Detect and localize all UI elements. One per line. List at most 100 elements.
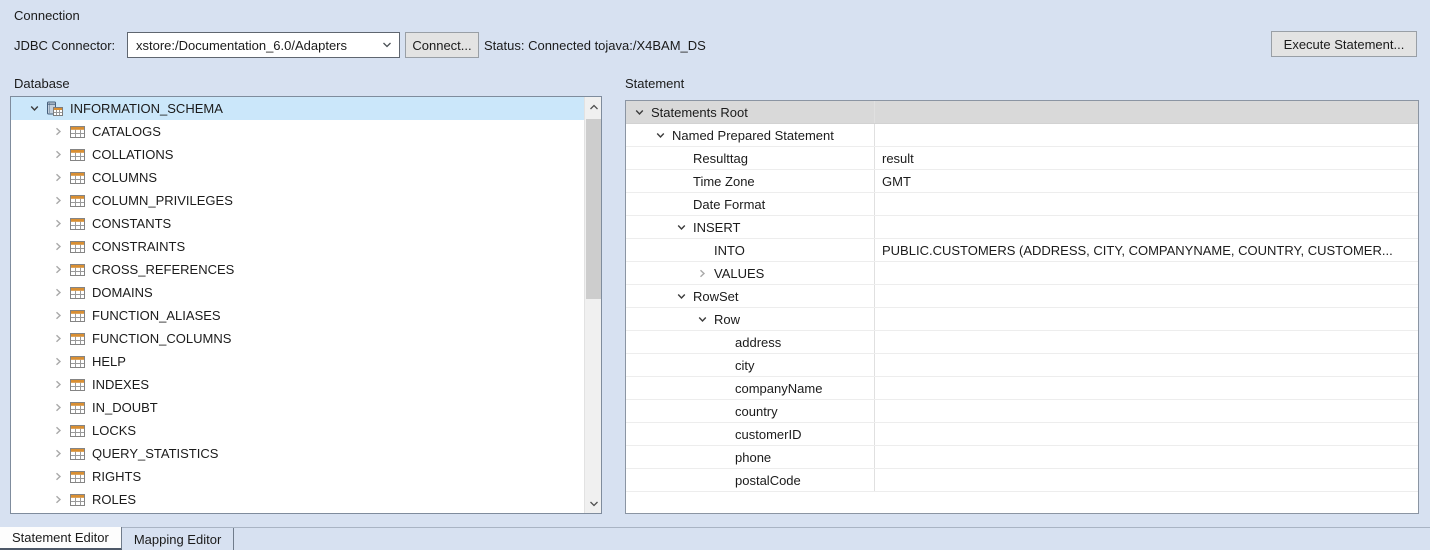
statement-row-name[interactable]: Named Prepared Statement — [626, 124, 874, 146]
row-value[interactable] — [874, 469, 1418, 491]
statement-row-name[interactable]: Time Zone — [626, 170, 874, 192]
statement-row-name[interactable]: city — [626, 354, 874, 376]
statement-row-name[interactable]: postalCode — [626, 469, 874, 491]
tree-row-table[interactable]: FUNCTION_COLUMNS — [11, 327, 584, 350]
statement-row-name[interactable]: Statements Root — [626, 101, 874, 123]
tree-row-table[interactable]: HELP — [11, 350, 584, 373]
chevron-right-icon[interactable] — [53, 402, 64, 413]
tree-row-table[interactable]: DOMAINS — [11, 281, 584, 304]
chevron-down-icon[interactable] — [676, 222, 687, 233]
chevron-right-icon[interactable] — [53, 287, 64, 298]
tree-row-table[interactable]: LOCKS — [11, 419, 584, 442]
chevron-down-icon[interactable] — [29, 103, 40, 114]
row-value[interactable]: PUBLIC.CUSTOMERS (ADDRESS, CITY, COMPANY… — [874, 239, 1418, 261]
row-value[interactable] — [874, 400, 1418, 422]
tree-row-table[interactable]: FUNCTION_ALIASES — [11, 304, 584, 327]
tree-row-table[interactable]: COLUMNS — [11, 166, 584, 189]
chevron-right-icon[interactable] — [53, 333, 64, 344]
tree-row-table[interactable]: CONSTANTS — [11, 212, 584, 235]
row-value[interactable] — [874, 423, 1418, 445]
tree-row-table[interactable]: COLUMN_PRIVILEGES — [11, 189, 584, 212]
row-value[interactable] — [874, 124, 1418, 146]
tree-row-schema[interactable]: INFORMATION_SCHEMA — [11, 97, 584, 120]
row-value[interactable]: result — [874, 147, 1418, 169]
chevron-down-icon[interactable] — [697, 314, 708, 325]
tree-row-table[interactable]: QUERY_STATISTICS — [11, 442, 584, 465]
jdbc-connector-select[interactable]: xstore:/Documentation_6.0/Adapters — [127, 32, 400, 58]
chevron-down-icon[interactable] — [655, 130, 666, 141]
scroll-up-button[interactable] — [585, 97, 602, 117]
tree-row-table[interactable]: INDEXES — [11, 373, 584, 396]
statement-row-name[interactable]: VALUES — [626, 262, 874, 284]
scroll-down-button[interactable] — [585, 493, 602, 513]
chevron-right-icon[interactable] — [53, 195, 64, 206]
row-value[interactable] — [874, 331, 1418, 353]
statement-row-name[interactable]: RowSet — [626, 285, 874, 307]
chevron-right-icon[interactable] — [697, 268, 708, 279]
statement-row-name[interactable]: country — [626, 400, 874, 422]
tree-row-table[interactable]: CROSS_REFERENCES — [11, 258, 584, 281]
tab-mapping-editor[interactable]: Mapping Editor — [122, 528, 234, 550]
row-value[interactable] — [874, 377, 1418, 399]
row-value[interactable] — [874, 285, 1418, 307]
tree-row-table[interactable]: ROLES — [11, 488, 584, 511]
statement-row[interactable]: country — [626, 400, 1418, 423]
chevron-down-icon[interactable] — [676, 291, 687, 302]
chevron-right-icon[interactable] — [53, 379, 64, 390]
tree-row-table[interactable]: CONSTRAINTS — [11, 235, 584, 258]
row-value[interactable] — [874, 308, 1418, 330]
statement-row[interactable]: postalCode — [626, 469, 1418, 492]
tree-row-table[interactable]: IN_DOUBT — [11, 396, 584, 419]
statement-row[interactable]: RowSet — [626, 285, 1418, 308]
chevron-right-icon[interactable] — [53, 494, 64, 505]
statement-row-name[interactable]: Resulttag — [626, 147, 874, 169]
chevron-right-icon[interactable] — [53, 425, 64, 436]
chevron-right-icon[interactable] — [53, 471, 64, 482]
chevron-right-icon[interactable] — [53, 448, 64, 459]
statement-row[interactable]: Statements Root — [626, 101, 1418, 124]
statement-row[interactable]: VALUES — [626, 262, 1418, 285]
tab-statement-editor[interactable]: Statement Editor — [0, 527, 122, 550]
statement-row[interactable]: customerID — [626, 423, 1418, 446]
statement-row-name[interactable]: phone — [626, 446, 874, 468]
row-value[interactable] — [874, 216, 1418, 238]
tree-row-table[interactable]: RIGHTS — [11, 465, 584, 488]
statement-row-name[interactable]: Date Format — [626, 193, 874, 215]
row-value[interactable] — [874, 446, 1418, 468]
statement-row[interactable]: companyName — [626, 377, 1418, 400]
statement-row-name[interactable]: customerID — [626, 423, 874, 445]
chevron-right-icon[interactable] — [53, 356, 64, 367]
statement-row[interactable]: INSERT — [626, 216, 1418, 239]
statement-row[interactable]: Date Format — [626, 193, 1418, 216]
statement-row[interactable]: INTOPUBLIC.CUSTOMERS (ADDRESS, CITY, COM… — [626, 239, 1418, 262]
row-value[interactable] — [874, 354, 1418, 376]
chevron-right-icon[interactable] — [53, 172, 64, 183]
statement-row[interactable]: Time ZoneGMT — [626, 170, 1418, 193]
statement-row-name[interactable]: companyName — [626, 377, 874, 399]
tree-row-table[interactable]: CATALOGS — [11, 120, 584, 143]
database-scrollbar[interactable] — [584, 97, 601, 513]
row-value[interactable] — [874, 101, 1418, 123]
chevron-right-icon[interactable] — [53, 126, 64, 137]
statement-row[interactable]: city — [626, 354, 1418, 377]
chevron-right-icon[interactable] — [53, 310, 64, 321]
row-value[interactable] — [874, 193, 1418, 215]
statement-row-name[interactable]: Row — [626, 308, 874, 330]
statement-row-name[interactable]: INTO — [626, 239, 874, 261]
scroll-thumb[interactable] — [586, 119, 601, 299]
row-value[interactable]: GMT — [874, 170, 1418, 192]
chevron-right-icon[interactable] — [53, 241, 64, 252]
row-value[interactable] — [874, 262, 1418, 284]
statement-row[interactable]: Resulttagresult — [626, 147, 1418, 170]
statement-row[interactable]: address — [626, 331, 1418, 354]
database-tree[interactable]: INFORMATION_SCHEMACATALOGSCOLLATIONSCOLU… — [11, 97, 584, 513]
execute-statement-button[interactable]: Execute Statement... — [1271, 31, 1417, 57]
statement-row-name[interactable]: address — [626, 331, 874, 353]
tree-row-table[interactable]: COLLATIONS — [11, 143, 584, 166]
statement-table[interactable]: Statements RootNamed Prepared StatementR… — [626, 101, 1418, 492]
statement-row[interactable]: Named Prepared Statement — [626, 124, 1418, 147]
statement-row[interactable]: Row — [626, 308, 1418, 331]
statement-row-name[interactable]: INSERT — [626, 216, 874, 238]
chevron-down-icon[interactable] — [634, 107, 645, 118]
connect-button[interactable]: Connect... — [405, 32, 479, 58]
